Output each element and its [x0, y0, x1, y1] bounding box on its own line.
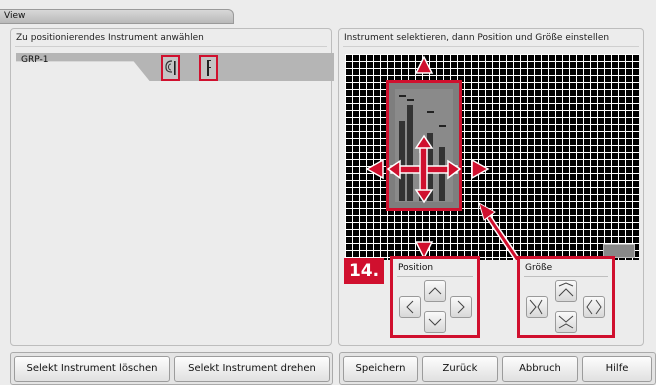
save-button[interactable]: Speichern [343, 356, 418, 382]
size-narrower-button[interactable] [526, 296, 548, 318]
view-tab[interactable]: View [0, 9, 234, 24]
group-divider [524, 276, 608, 277]
header-divider [343, 46, 639, 47]
size-group: Größe [517, 256, 615, 338]
delete-instrument-button[interactable]: Selekt Instrument löschen [14, 356, 170, 382]
bottom-button-bar: Selekt Instrument löschen Selekt Instrum… [0, 352, 656, 385]
move-cross-icon [386, 134, 462, 204]
direction-arrows-overlay [365, 55, 522, 260]
size-shorter-button[interactable] [555, 311, 577, 333]
arrow-right-icon [471, 158, 490, 180]
position-group: Position [390, 256, 480, 338]
dialog-actions-group: Speichern Zurück Abbruch Hilfe [339, 352, 656, 385]
pointer-line [481, 208, 522, 260]
help-button[interactable]: Hilfe [582, 356, 652, 382]
instrument-select-panel: Zu positionierendes Instrument anwählen … [10, 28, 334, 346]
expand-horizontal-icon [586, 299, 602, 315]
position-down-button[interactable] [424, 311, 446, 333]
shrink-horizontal-icon [529, 299, 543, 315]
header-divider [15, 46, 327, 47]
instrument-select-header: Zu positionierendes Instrument anwählen [16, 33, 204, 43]
placement-header: Instrument selektieren, dann Position un… [344, 33, 610, 43]
expand-vertical-icon [558, 282, 574, 297]
arrow-left-icon [365, 158, 384, 180]
chevron-down-icon [428, 318, 442, 326]
bar-meter-icon [207, 60, 211, 76]
instrument-position-window: View Zu positionierendes Instrument anwä… [0, 0, 656, 385]
instrument-actions-group: Selekt Instrument löschen Selekt Instrum… [10, 352, 333, 385]
instrument-label: GRP-1 [21, 55, 49, 65]
gauge-instrument-icon[interactable] [161, 55, 180, 81]
rotate-instrument-button[interactable]: Selekt Instrument drehen [174, 356, 330, 382]
position-left-button[interactable] [399, 296, 421, 318]
group-divider [397, 276, 473, 277]
step-callout: 14. [344, 258, 384, 284]
gauge-icon [165, 60, 176, 75]
arrow-up-icon [414, 55, 434, 74]
chevron-left-icon [406, 300, 414, 314]
back-button[interactable]: Zurück [422, 356, 498, 382]
chevron-up-icon [428, 287, 442, 295]
shrink-vertical-icon [558, 315, 574, 329]
chevron-right-icon [457, 300, 465, 314]
bar-instrument-icon[interactable] [199, 55, 218, 81]
size-title: Größe [525, 263, 553, 273]
size-taller-button[interactable] [555, 280, 577, 302]
position-title: Position [398, 263, 434, 273]
position-right-button[interactable] [450, 296, 472, 318]
size-wider-button[interactable] [583, 296, 605, 318]
cancel-button[interactable]: Abbruch [502, 356, 578, 382]
position-up-button[interactable] [424, 280, 446, 302]
